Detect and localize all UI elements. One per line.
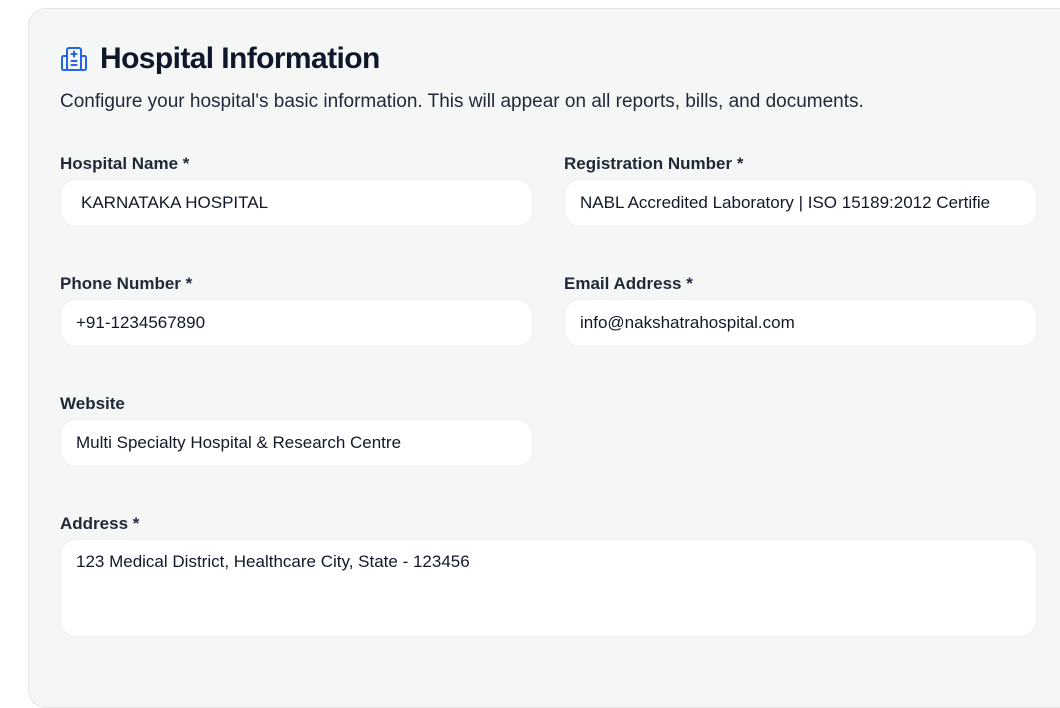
website-label: Website [60,394,125,413]
website-group: Website Multi Specialty Hospital & Resea… [60,394,533,467]
hospital-name-group: Hospital Name * KARNATAKA HOSPITAL [60,154,533,227]
hospital-building-icon [60,45,88,73]
section-subtitle: Configure your hospital's basic informat… [60,91,864,112]
phone-number-group: Phone Number * +91-1234567890 [60,274,533,347]
registration-number-group: Registration Number * NABL Accredited La… [564,154,1037,227]
website-input[interactable]: Multi Specialty Hospital & Research Cent… [60,419,533,467]
registration-number-input[interactable]: NABL Accredited Laboratory | ISO 15189:2… [564,179,1037,227]
address-label: Address * [60,514,140,533]
address-textarea[interactable]: 123 Medical District, Healthcare City, S… [60,539,1037,637]
hospital-info-card: Hospital Information Configure your hosp… [28,8,1060,708]
registration-number-label: Registration Number * [564,154,744,173]
email-address-label: Email Address * [564,274,693,293]
section-header: Hospital Information [60,42,380,76]
phone-number-label: Phone Number * [60,274,193,293]
phone-number-input[interactable]: +91-1234567890 [60,299,533,347]
email-address-group: Email Address * info@nakshatrahospital.c… [564,274,1037,347]
resize-handle-icon[interactable] [1024,624,1034,636]
address-text: 123 Medical District, Healthcare City, S… [76,552,470,571]
hospital-name-input[interactable]: KARNATAKA HOSPITAL [60,179,533,227]
email-address-input[interactable]: info@nakshatrahospital.com [564,299,1037,347]
hospital-name-label: Hospital Name * [60,154,190,173]
address-group: Address * 123 Medical District, Healthca… [60,514,1037,637]
page-title: Hospital Information [100,42,380,75]
